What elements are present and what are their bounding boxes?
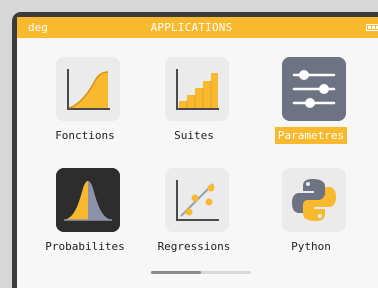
app-label-parametres: Parametres: [274, 127, 348, 144]
app-label-probabilites: Probabilites: [45, 240, 125, 253]
python-logo-icon: [282, 168, 346, 232]
screen-title: APPLICATIONS: [150, 21, 233, 34]
battery-icon: [366, 24, 378, 31]
status-bar: deg APPLICATIONS: [17, 17, 378, 38]
app-parametres[interactable]: Parametres: [261, 57, 361, 157]
app-label-fonctions: Fonctions: [55, 129, 115, 142]
scrollbar-thumb[interactable]: [151, 271, 201, 274]
function-graph-icon: [56, 57, 120, 121]
scatter-plot-icon: [165, 168, 229, 232]
app-python[interactable]: Python: [261, 168, 361, 268]
settings-sliders-icon: [282, 57, 346, 121]
app-label-regressions: Regressions: [157, 240, 231, 253]
calculator-screen: deg APPLICATIONS Fonctions Suites Parame…: [17, 17, 378, 288]
app-label-python: Python: [291, 240, 331, 253]
app-label-suites: Suites: [174, 129, 214, 142]
app-probabilites[interactable]: Probabilites: [35, 168, 135, 268]
app-fonctions[interactable]: Fonctions: [35, 57, 135, 157]
app-suites[interactable]: Suites: [144, 57, 244, 157]
bell-curve-icon: [56, 168, 120, 232]
scrollbar[interactable]: [151, 271, 251, 274]
sequence-steps-icon: [165, 57, 229, 121]
app-regressions[interactable]: Regressions: [144, 168, 244, 268]
